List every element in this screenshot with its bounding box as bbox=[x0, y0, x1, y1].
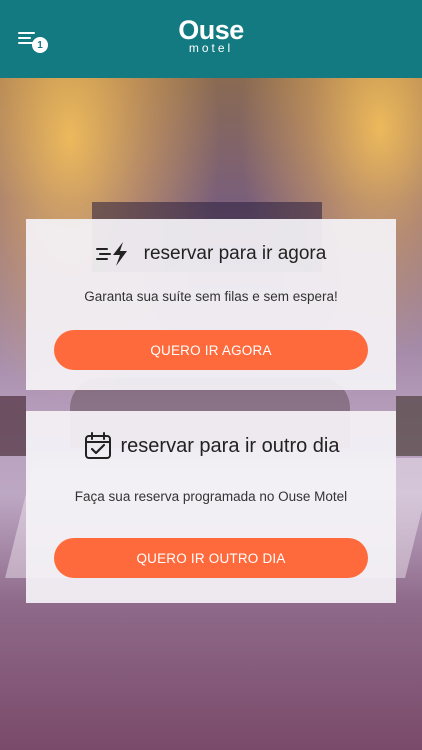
logo-word: Ouse bbox=[178, 15, 244, 45]
go-now-button[interactable]: QUERO IR AGORA bbox=[54, 330, 368, 370]
reserve-later-description: Faça sua reserva programada no Ouse Mote… bbox=[74, 489, 348, 504]
reserve-now-header: reservar para ir agora bbox=[26, 239, 396, 269]
menu-button[interactable]: 1 bbox=[16, 28, 50, 54]
reserve-later-title: reservar para ir outro dia bbox=[120, 434, 340, 457]
reserve-now-title: reservar para ir agora bbox=[143, 243, 327, 264]
lightning-speed-icon bbox=[95, 239, 134, 269]
reserve-later-card: reservar para ir outro dia Faça sua rese… bbox=[26, 411, 396, 603]
reserve-later-header: reservar para ir outro dia bbox=[26, 431, 396, 461]
menu-icon bbox=[18, 32, 35, 34]
ouse-motel-logo: Ouse motel bbox=[170, 16, 252, 60]
app-header: 1 Ouse motel bbox=[0, 0, 422, 78]
notification-badge: 1 bbox=[32, 37, 48, 53]
reserve-now-card: reservar para ir agora Garanta sua suíte… bbox=[26, 219, 396, 390]
reserve-now-description: Garanta sua suíte sem filas e sem espera… bbox=[84, 289, 338, 304]
go-other-day-button[interactable]: QUERO IR OUTRO DIA bbox=[54, 538, 368, 578]
calendar-check-icon bbox=[83, 431, 113, 461]
